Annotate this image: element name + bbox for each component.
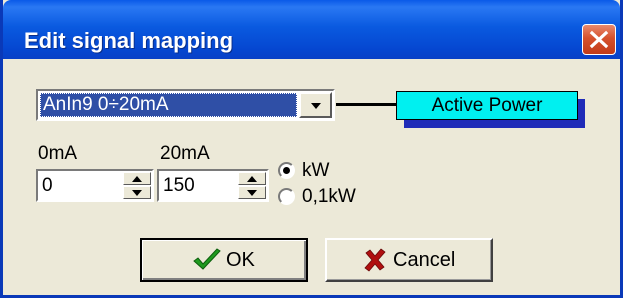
unit-0-1kw-label[interactable]: 0,1kW [302,186,356,208]
unit-radio-0-1kw[interactable] [278,188,295,205]
arrow-down-icon [132,190,142,196]
title-bar[interactable]: Edit signal mapping [3,0,620,59]
ok-button-label: OK [226,249,255,271]
signal-select-value: AnIn9 0÷20mA [40,93,297,117]
ok-button[interactable]: OK [140,238,308,282]
radio-selected-dot [283,167,290,174]
cancel-button[interactable]: Cancel [325,238,493,282]
high-value-input[interactable]: 150 [163,174,195,198]
low-value-increment-button[interactable] [123,172,151,185]
cancel-button-label: Cancel [393,249,456,271]
signal-select[interactable]: AnIn9 0÷20mA [36,89,335,121]
edit-signal-mapping-dialog: Edit signal mapping AnIn9 0÷20mA Active … [0,0,623,298]
arrow-down-icon [247,190,257,196]
low-value-spinner[interactable]: 0 [36,169,154,202]
high-value-spinner[interactable]: 150 [157,169,269,202]
low-value-decrement-button[interactable] [123,186,151,199]
low-range-label: 0mA [38,143,78,164]
arrow-up-icon [132,176,142,182]
high-value-decrement-button[interactable] [238,186,266,199]
high-range-label: 20mA [160,143,210,164]
high-value-spin-buttons [238,172,266,199]
mapping-connector-line [336,103,398,106]
low-value-input[interactable]: 0 [42,174,53,198]
close-icon [589,30,609,49]
dialog-title: Edit signal mapping [24,28,234,53]
unit-kw-label[interactable]: kW [302,160,329,182]
high-value-increment-button[interactable] [238,172,266,185]
low-value-spin-buttons [123,172,151,199]
x-mark-icon [364,248,386,272]
unit-radio-kw[interactable] [278,162,295,179]
chevron-down-icon [311,103,321,109]
checkmark-icon [193,248,221,270]
output-block: Active Power [396,91,578,120]
close-button[interactable] [582,24,616,55]
signal-select-dropdown-button[interactable] [299,92,332,118]
arrow-up-icon [247,176,257,182]
